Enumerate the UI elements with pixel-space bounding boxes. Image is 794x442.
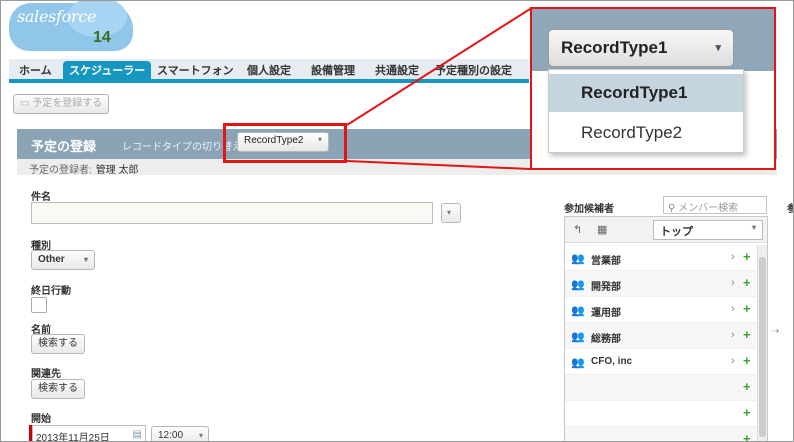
app-window: salesforce 14 ホーム スケジューラー スマートフォン 個人設定 設… [0,0,794,442]
callout-line-top [346,8,531,126]
callout-highlight-box [223,123,347,163]
zoomed-recordtype-select[interactable]: RecordType1 ▾ [548,29,734,67]
zoomed-dropdown-list: RecordType1 RecordType2 [548,69,744,153]
chevron-down-icon: ▾ [715,42,721,54]
callout-line-bottom [346,160,531,170]
zoomed-select-value: RecordType1 [561,38,668,57]
zoomed-dropdown-callout: RecordType1 ▾ RecordType1 RecordType2 [530,7,776,170]
dropdown-option-recordtype2[interactable]: RecordType2 [549,114,743,152]
dropdown-option-recordtype1[interactable]: RecordType1 [549,74,743,112]
